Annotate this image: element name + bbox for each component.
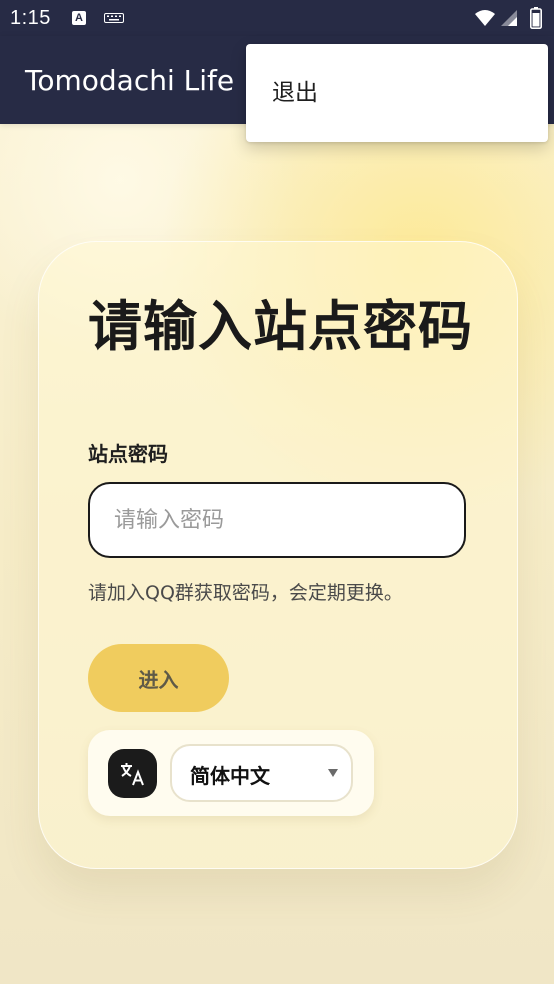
battery-icon [530,7,542,29]
status-bar: 1:15 A [0,0,554,36]
signal-icon [501,10,517,26]
hint-text: 请加入QQ群获取密码，会定期更换。 [88,582,403,604]
enter-button[interactable]: 进入 [88,644,229,712]
wifi-icon [475,10,495,26]
chevron-down-icon [328,769,338,777]
password-label: 站点密码 [88,442,168,466]
keyboard-icon [104,13,124,23]
page-title: 请输入站点密码 [88,295,473,358]
language-selected-value: 简体中文 [190,764,270,788]
app-title: Tomodachi Life [25,64,235,97]
language-select[interactable]: 简体中文 [170,744,353,802]
translate-icon[interactable] [108,749,157,798]
overflow-menu: 退出 [246,44,548,142]
a-icon: A [72,11,86,25]
password-input[interactable] [88,482,466,558]
menu-item-logout[interactable]: 退出 [246,44,548,142]
status-time: 1:15 [10,7,51,29]
